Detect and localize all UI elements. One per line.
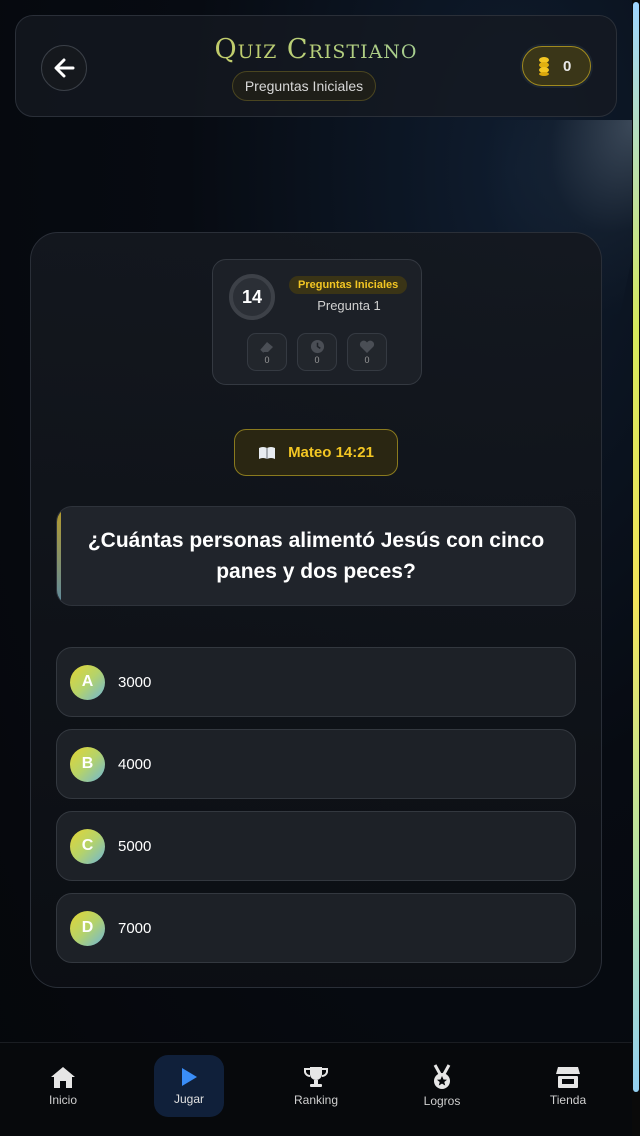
- header: Quiz Cristiano Preguntas Iniciales 0: [15, 15, 617, 117]
- verse-text: Mateo 14:21: [288, 444, 374, 461]
- play-icon: [182, 1068, 197, 1086]
- nav-label: Logros: [423, 1094, 461, 1108]
- quiz-card: 14 Preguntas Iniciales Pregunta 1 0 0 0 …: [30, 232, 602, 988]
- timer: 14: [229, 274, 275, 320]
- coins-icon: [539, 57, 549, 76]
- nav-item-inicio[interactable]: Inicio: [28, 1055, 98, 1117]
- answer-text: 5000: [118, 837, 152, 855]
- nav-item-jugar[interactable]: Jugar: [154, 1055, 224, 1117]
- answer-option-d[interactable]: D 7000: [56, 893, 576, 963]
- mode-badge: Preguntas Iniciales: [232, 71, 376, 101]
- answer-letter: D: [70, 910, 105, 946]
- answer-text: 3000: [118, 673, 152, 691]
- question-accent-bar: [57, 507, 61, 605]
- powerup-clock[interactable]: 0: [297, 333, 337, 371]
- question-box: ¿Cuántas personas alimentó Jesús con cin…: [56, 506, 576, 606]
- medal-icon: [433, 1064, 451, 1089]
- powerup-count: 0: [314, 355, 320, 365]
- nav-label: Jugar: [173, 1092, 205, 1106]
- store-icon: [556, 1067, 580, 1088]
- answer-text: 7000: [118, 919, 152, 937]
- nav-label: Inicio: [48, 1093, 77, 1107]
- heart-icon: [359, 340, 375, 353]
- level-badge: Preguntas Iniciales: [289, 276, 408, 294]
- question-text: ¿Cuántas personas alimentó Jesús con cin…: [87, 529, 545, 583]
- eraser-icon: [260, 341, 273, 353]
- book-icon: [259, 446, 276, 459]
- scrollbar[interactable]: [632, 0, 640, 1136]
- scrollbar-thumb[interactable]: [633, 2, 639, 1092]
- nav-label: Tienda: [549, 1093, 587, 1107]
- nav-label: Ranking: [293, 1093, 339, 1107]
- clock-icon: [310, 339, 324, 354]
- stats-panel: 14 Preguntas Iniciales Pregunta 1 0 0 0: [212, 259, 422, 385]
- nav-item-logros[interactable]: Logros: [407, 1055, 477, 1117]
- answer-option-b[interactable]: B 4000: [56, 729, 576, 799]
- verse-reference: Mateo 14:21: [234, 429, 398, 476]
- powerups: 0 0 0: [247, 333, 387, 371]
- powerup-count: 0: [364, 354, 370, 365]
- answer-option-c[interactable]: C 5000: [56, 811, 576, 881]
- nav-item-ranking[interactable]: Ranking: [281, 1055, 351, 1117]
- answer-letter: B: [70, 746, 105, 782]
- answer-letter: A: [70, 664, 105, 700]
- trophy-icon: [304, 1067, 328, 1087]
- coins-value: 0: [563, 57, 572, 75]
- nav-item-tienda[interactable]: Tienda: [533, 1055, 603, 1117]
- answer-option-a[interactable]: A 3000: [56, 647, 576, 717]
- question-number: Pregunta 1: [317, 298, 381, 313]
- bottom-nav: Inicio Jugar Ranking Logros Tienda: [0, 1042, 632, 1136]
- powerup-eraser[interactable]: 0: [247, 333, 287, 371]
- answer-letter: C: [70, 828, 105, 864]
- powerup-heart[interactable]: 0: [347, 333, 387, 371]
- coins-counter[interactable]: 0: [522, 46, 591, 86]
- powerup-count: 0: [264, 354, 270, 365]
- home-icon: [51, 1067, 75, 1088]
- answer-text: 4000: [118, 755, 152, 773]
